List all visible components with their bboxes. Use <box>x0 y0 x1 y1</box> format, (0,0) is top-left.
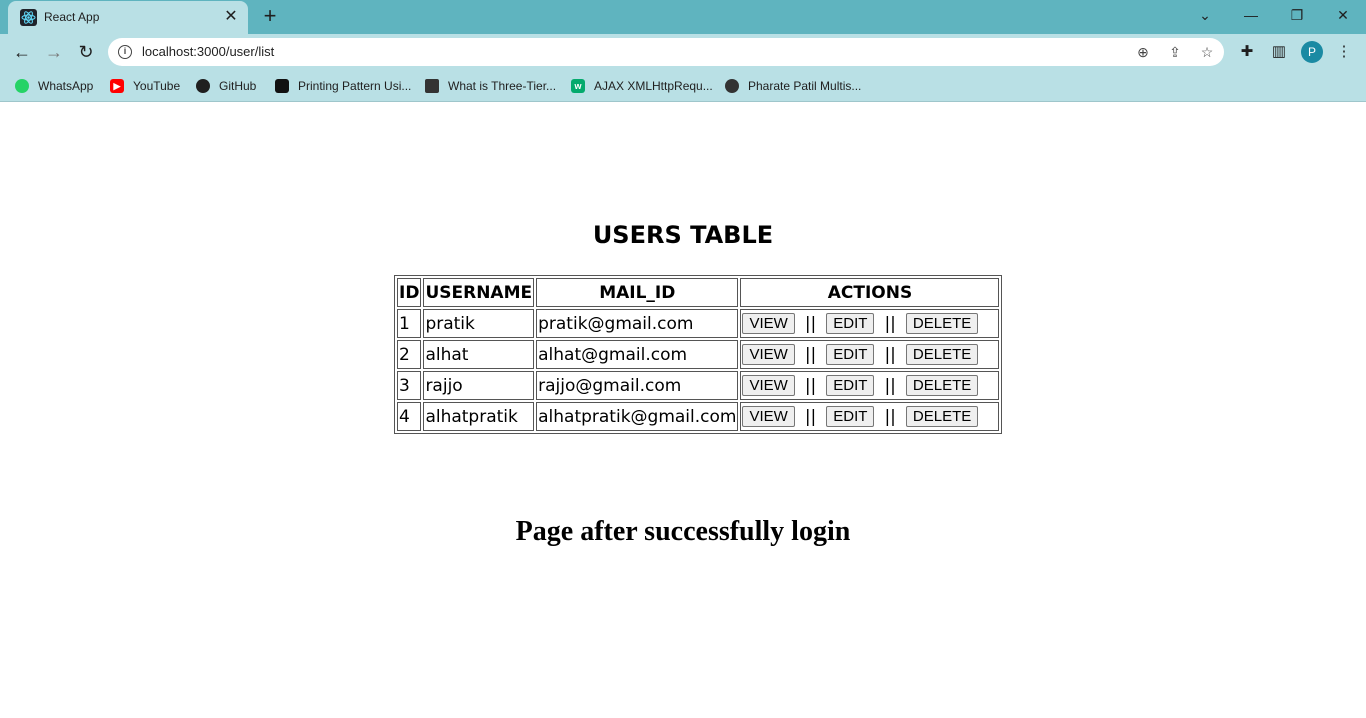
restore-icon[interactable]: ❐ <box>1284 4 1310 26</box>
edit-button[interactable]: EDIT <box>826 344 875 365</box>
table-row: 3 rajjo rajjo@gmail.com VIEW || EDIT || DELE… <box>397 371 1000 400</box>
url-text[interactable]: localhost:3000/user/list <box>142 44 274 59</box>
bookmark-label: GitHub <box>219 79 257 93</box>
forward-icon[interactable]: → <box>42 40 66 64</box>
column-header-actions: ACTIONS <box>740 278 1000 307</box>
back-icon[interactable]: ← <box>10 40 34 64</box>
separator: || <box>804 313 817 334</box>
edit-button[interactable]: EDIT <box>826 313 875 334</box>
cell-id: 4 <box>397 402 422 431</box>
login-success-heading: Page after successfully login <box>515 516 851 547</box>
bookmark-label: AJAX XMLHttpRequ... <box>594 79 713 93</box>
column-header-id: ID <box>397 278 422 307</box>
cell-username: rajjo <box>423 371 535 400</box>
bookmark-ajax[interactable]: w AJAX XMLHttpRequ... <box>571 77 713 95</box>
bookmark-label: Pharate Patil Multis... <box>748 79 862 93</box>
delete-button[interactable]: DELETE <box>905 344 979 365</box>
whatsapp-icon <box>15 79 29 93</box>
table-row: 4 alhatpratik alhatpratik@gmail.com VIEW… <box>397 402 1000 431</box>
geeks-icon <box>275 79 289 93</box>
reload-icon[interactable]: ↻ <box>74 40 98 64</box>
cell-mail: alhatpratik@gmail.com <box>536 402 739 431</box>
address-bar[interactable]: i localhost:3000/user/list ⊕ ⇪ ☆ <box>108 38 1224 66</box>
bookmark-whatsapp[interactable]: WhatsApp <box>15 77 93 95</box>
youtube-icon: ▶ <box>110 79 124 93</box>
bookmark-three-tier[interactable]: What is Three-Tier... <box>425 77 556 95</box>
separator: || <box>884 313 896 334</box>
bookmark-label: WhatsApp <box>38 79 94 93</box>
bookmark-star-icon[interactable]: ☆ <box>1198 43 1216 61</box>
minimize-icon[interactable]: — <box>1238 4 1264 26</box>
separator: || <box>884 344 896 365</box>
tab-close-icon[interactable]: ✕ <box>222 8 240 26</box>
table-row: 1 pratik pratik@gmail.com VIEW || EDIT || DE… <box>397 309 1000 338</box>
delete-button[interactable]: DELETE <box>905 375 979 396</box>
bookmark-github[interactable]: GitHub <box>196 77 256 95</box>
users-table: ID USERNAME MAIL_ID ACTIONS 1 pratik pra… <box>394 275 1003 434</box>
edit-button[interactable]: EDIT <box>826 375 875 396</box>
globe-icon <box>725 79 739 93</box>
window-close-icon[interactable]: ✕ <box>1330 4 1356 26</box>
github-icon <box>196 79 210 93</box>
cell-mail: pratik@gmail.com <box>536 309 739 338</box>
side-panel-icon[interactable]: ▥ <box>1268 41 1290 63</box>
zoom-icon[interactable]: ⊕ <box>1134 43 1152 61</box>
table-header-row: ID USERNAME MAIL_ID ACTIONS <box>397 278 1000 307</box>
cell-username: alhatpratik <box>423 402 535 431</box>
profile-avatar[interactable]: P <box>1301 41 1323 63</box>
edit-button[interactable]: EDIT <box>826 406 875 427</box>
cell-id: 2 <box>397 340 422 369</box>
separator: || <box>804 375 817 396</box>
tab-strip: React App ✕ + ⌄ — ❐ ✕ <box>0 0 1366 34</box>
tier-icon <box>425 79 439 93</box>
separator: || <box>804 406 817 427</box>
cell-id: 3 <box>397 371 422 400</box>
column-header-mail: MAIL_ID <box>536 278 739 307</box>
view-button[interactable]: VIEW <box>742 375 795 396</box>
bookmark-label: Printing Pattern Usi... <box>298 79 412 93</box>
delete-button[interactable]: DELETE <box>905 406 979 427</box>
cell-username: pratik <box>423 309 535 338</box>
cell-mail: alhat@gmail.com <box>536 340 739 369</box>
cell-id: 1 <box>397 309 422 338</box>
bookmark-label: YouTube <box>133 79 181 93</box>
view-button[interactable]: VIEW <box>742 344 795 365</box>
cell-username: alhat <box>423 340 535 369</box>
browser-tab[interactable]: React App ✕ <box>8 1 248 34</box>
tab-search-chevron-icon[interactable]: ⌄ <box>1192 4 1218 26</box>
browser-toolbar: ← → ↻ i localhost:3000/user/list ⊕ ⇪ ☆ ✚… <box>0 34 1366 70</box>
separator: || <box>884 406 896 427</box>
extensions-icon[interactable]: ✚ <box>1236 41 1258 63</box>
view-button[interactable]: VIEW <box>742 406 795 427</box>
page-title: USERS TABLE <box>592 221 774 249</box>
cell-actions: VIEW || EDIT || DELETE <box>740 402 1000 431</box>
bookmarks-bar: WhatsApp ▶ YouTube GitHub Printing Patte… <box>0 70 1366 102</box>
bookmark-printing-pattern[interactable]: Printing Pattern Usi... <box>275 77 411 95</box>
w3schools-icon: w <box>571 79 585 93</box>
cell-actions: VIEW || EDIT || DELETE <box>740 340 1000 369</box>
menu-kebab-icon[interactable]: ⋮ <box>1333 41 1355 63</box>
bookmark-pharate-patil[interactable]: Pharate Patil Multis... <box>725 77 861 95</box>
separator: || <box>884 375 896 396</box>
bookmark-label: What is Three-Tier... <box>448 79 557 93</box>
view-button[interactable]: VIEW <box>742 313 795 334</box>
site-info-icon[interactable]: i <box>118 45 132 59</box>
cell-actions: VIEW || EDIT || DELETE <box>740 309 1000 338</box>
delete-button[interactable]: DELETE <box>905 313 979 334</box>
cell-actions: VIEW || EDIT || DELETE <box>740 371 1000 400</box>
separator: || <box>804 344 817 365</box>
bookmark-youtube[interactable]: ▶ YouTube <box>110 77 180 95</box>
table-row: 2 alhat alhat@gmail.com VIEW || EDIT || DELE… <box>397 340 1000 369</box>
cell-mail: rajjo@gmail.com <box>536 371 739 400</box>
tab-title: React App <box>44 10 100 24</box>
react-logo-icon <box>20 9 37 26</box>
share-icon[interactable]: ⇪ <box>1166 43 1184 61</box>
new-tab-icon[interactable]: + <box>258 5 282 29</box>
page-content: USERS TABLE ID USERNAME MAIL_ID ACTIONS … <box>0 103 1366 718</box>
column-header-username: USERNAME <box>423 278 535 307</box>
